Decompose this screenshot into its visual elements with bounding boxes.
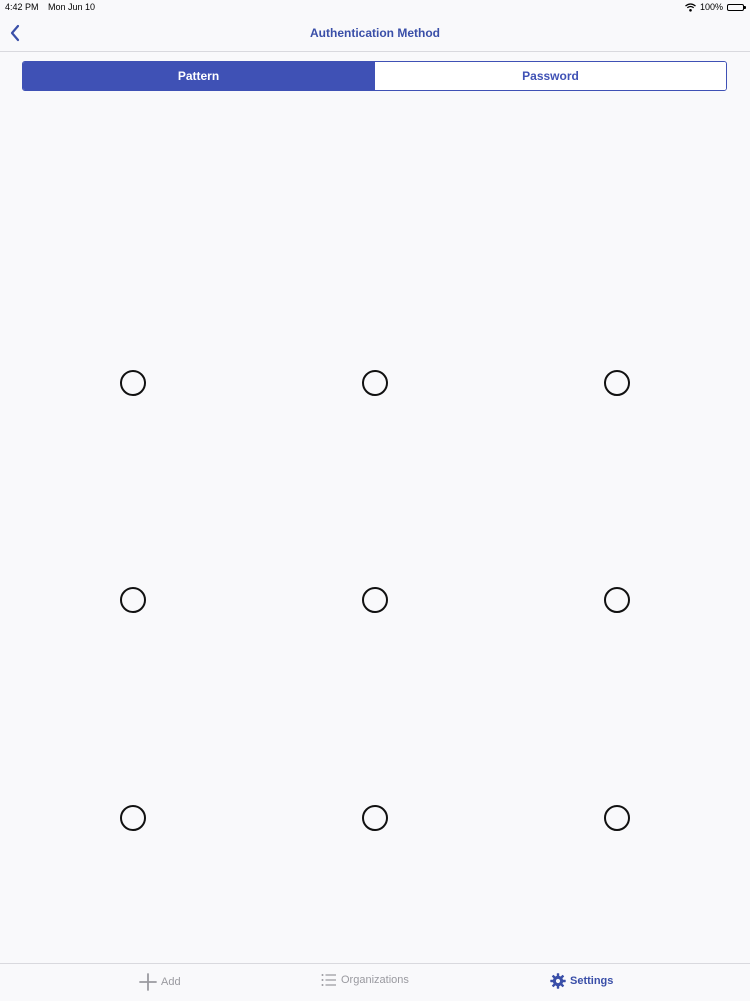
pattern-dot-1[interactable] — [120, 370, 146, 396]
pattern-dot-9[interactable] — [604, 805, 630, 831]
segment-pattern[interactable]: Pattern — [23, 62, 374, 90]
auth-method-segmented-control: Pattern Password — [22, 61, 727, 91]
pattern-dot-7[interactable] — [120, 805, 146, 831]
plus-icon — [139, 973, 157, 991]
page-title: Authentication Method — [310, 26, 440, 40]
tab-add-label: Add — [161, 976, 181, 988]
list-icon — [321, 974, 336, 986]
tab-bar: Add Organizations Settings — [0, 963, 750, 1001]
status-date: Mon Jun 10 — [48, 2, 96, 12]
pattern-dot-2[interactable] — [362, 370, 388, 396]
status-indicators: 100% — [685, 2, 746, 12]
tab-add[interactable]: Add — [139, 973, 181, 991]
gear-icon — [550, 973, 566, 989]
tab-organizations-label: Organizations — [341, 974, 409, 986]
tab-organizations[interactable]: Organizations — [321, 973, 409, 987]
tab-settings-label: Settings — [570, 975, 614, 987]
pattern-dot-4[interactable] — [120, 587, 146, 613]
status-time: 4:42 PM — [5, 2, 39, 12]
pattern-dot-5[interactable] — [362, 587, 388, 613]
pattern-grid — [0, 0, 750, 1000]
tab-settings[interactable]: Settings — [550, 973, 613, 989]
status-bar: 4:42 PM Mon Jun 10 100% — [0, 0, 750, 16]
pattern-dot-8[interactable] — [362, 805, 388, 831]
pattern-dot-6[interactable] — [604, 587, 630, 613]
pattern-dot-3[interactable] — [604, 370, 630, 396]
navigation-bar: Authentication Method — [0, 16, 750, 52]
wifi-icon — [685, 2, 696, 12]
battery-percent: 100% — [699, 2, 723, 12]
battery-icon — [727, 3, 746, 11]
segment-password[interactable]: Password — [374, 62, 726, 90]
